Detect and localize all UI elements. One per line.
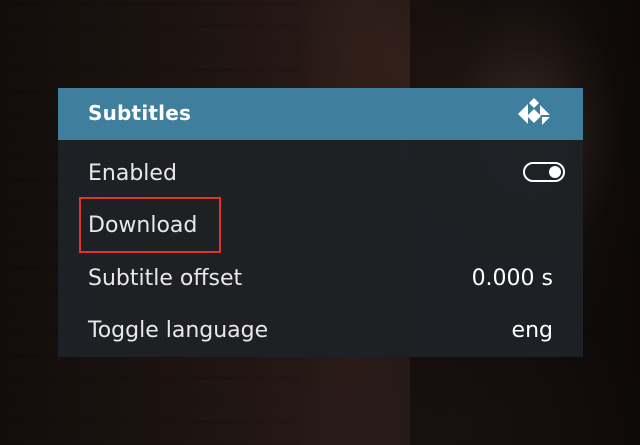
toggle-language-value: eng bbox=[511, 318, 553, 343]
download-highlight-box bbox=[79, 197, 221, 253]
enabled-label: Enabled bbox=[88, 161, 177, 186]
toggle-language-label: Toggle language bbox=[88, 318, 269, 343]
dialog-title: Subtitles bbox=[88, 101, 192, 125]
kodi-logo-icon bbox=[518, 98, 550, 125]
setting-row-enabled[interactable]: Enabled bbox=[58, 148, 583, 200]
dialog-header: Subtitles bbox=[58, 88, 583, 140]
enabled-toggle[interactable] bbox=[523, 162, 565, 182]
setting-row-toggle-language[interactable]: Toggle language eng bbox=[58, 305, 583, 357]
setting-row-subtitle-offset[interactable]: Subtitle offset 0.000 s bbox=[58, 253, 583, 305]
subtitle-offset-label: Subtitle offset bbox=[88, 266, 243, 291]
toggle-knob bbox=[549, 166, 561, 178]
subtitle-offset-value: 0.000 s bbox=[471, 266, 553, 291]
